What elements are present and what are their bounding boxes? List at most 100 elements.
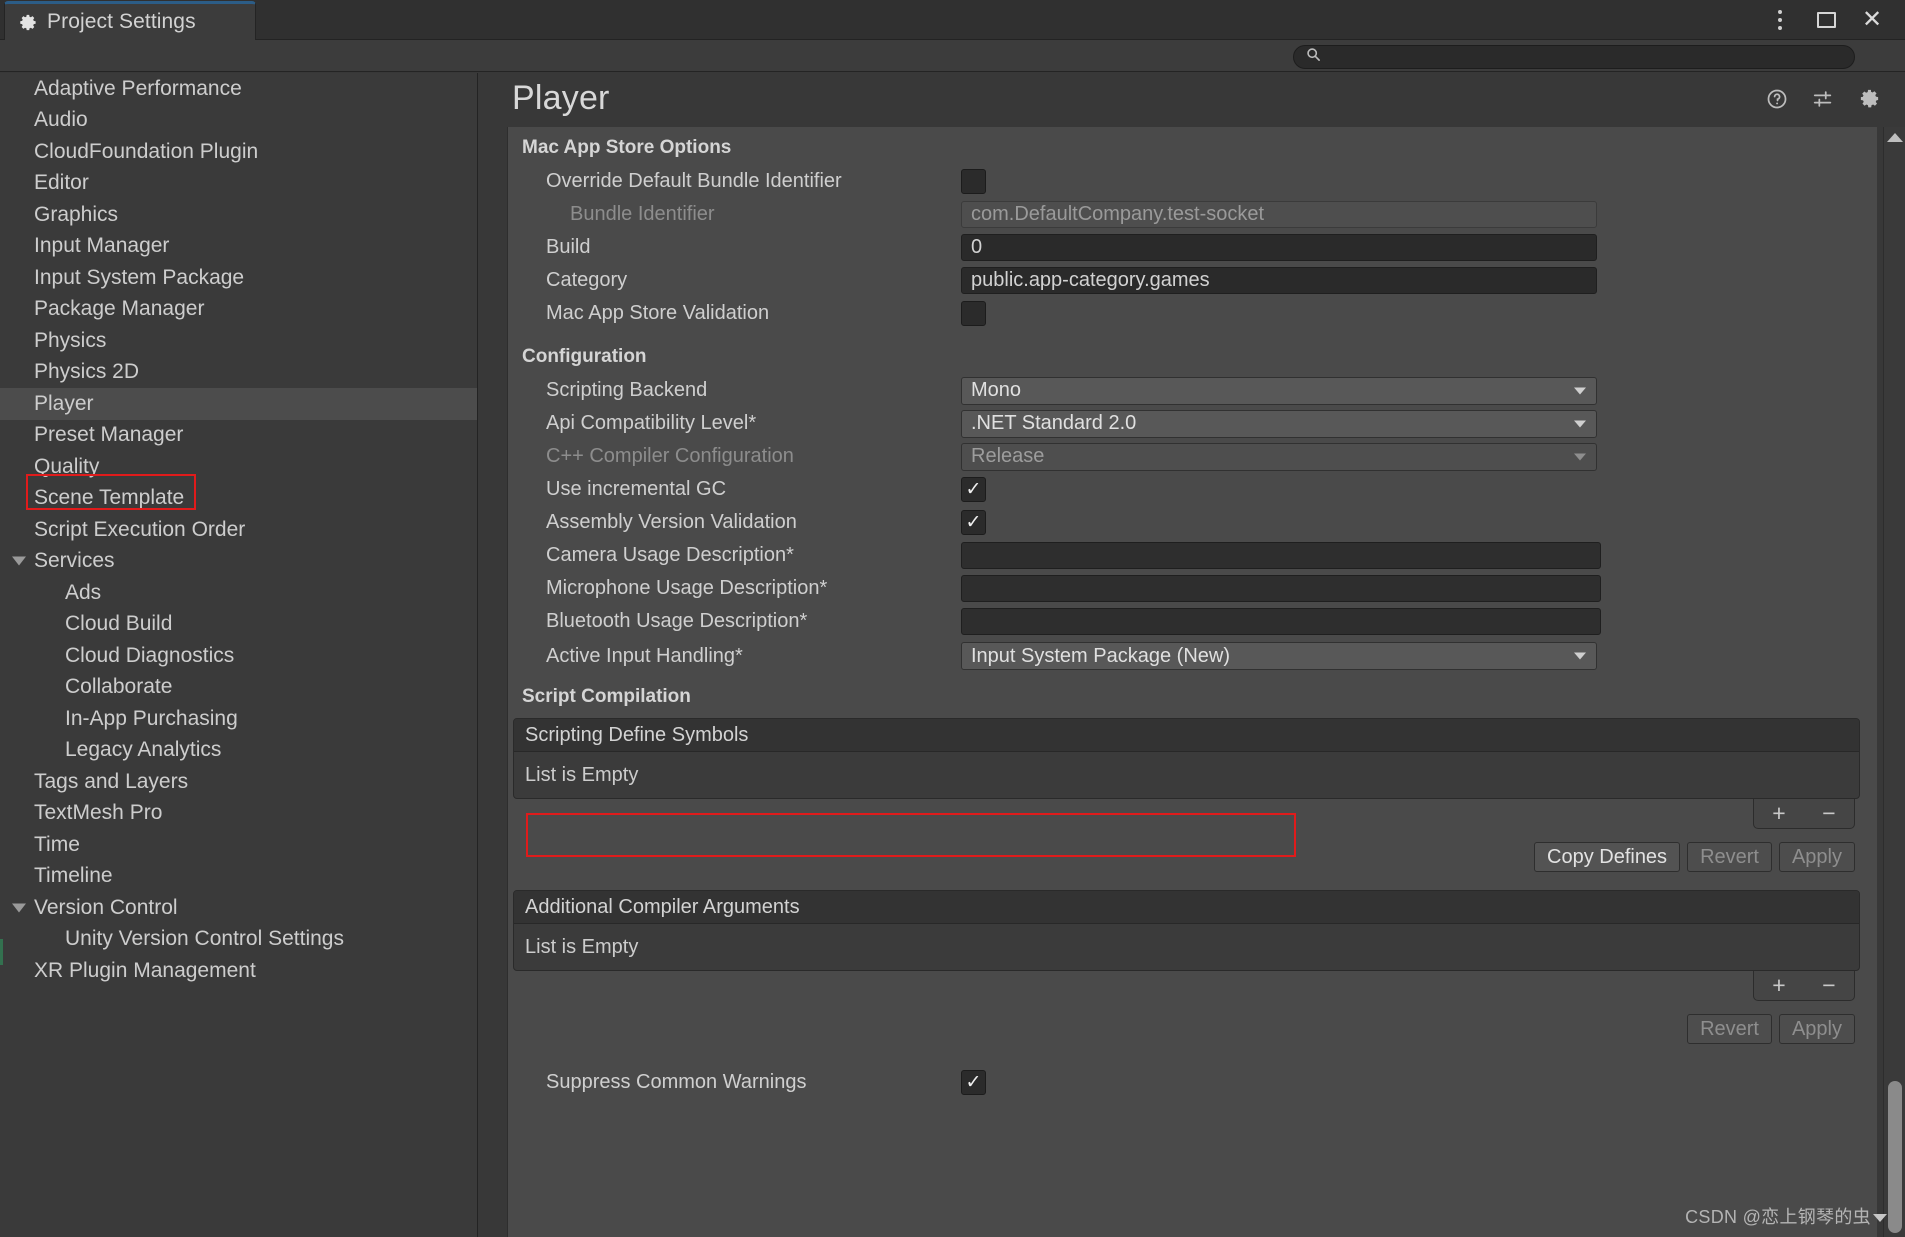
sidebar-item-input-system-package[interactable]: Input System Package [0,262,477,294]
sidebar-item-version-control[interactable]: Version Control [0,892,477,924]
row-label: Build [546,236,591,258]
sidebar-item-audio[interactable]: Audio [0,105,477,137]
row-scripting-backend[interactable]: Scripting Backend Mono [508,374,1877,407]
sidebar-item-cloud-diagnostics[interactable]: Cloud Diagnostics [0,640,477,672]
override-bundle-identifier-checkbox[interactable] [961,169,986,194]
revert-arguments-button[interactable]: Revert [1687,1014,1772,1044]
section-script-compilation-heading: Script Compilation [522,686,691,707]
row-build[interactable]: Build 0 [508,231,1877,264]
sidebar-item-physics[interactable]: Physics [0,325,477,357]
row-bluetooth-usage-description[interactable]: Bluetooth Usage Description* [508,605,1877,638]
remove-define-button[interactable]: − [1822,802,1835,825]
active-input-handling-dropdown[interactable]: Input System Package (New) [961,642,1597,670]
additional-compiler-arguments-list[interactable]: Additional Compiler Arguments List is Em… [513,890,1860,971]
use-incremental-gc-checkbox[interactable]: ✓ [961,477,986,502]
row-api-compatibility-level[interactable]: Api Compatibility Level* .NET Standard 2… [508,407,1877,440]
mac-app-store-validation-checkbox[interactable] [961,301,986,326]
sidebar-item-label: Services [34,549,115,573]
row-assembly-version-validation[interactable]: Assembly Version Validation ✓ [508,506,1877,539]
row-label: Override Default Bundle Identifier [546,170,842,192]
close-icon[interactable]: ✕ [1859,7,1885,33]
sidebar-item-script-execution-order[interactable]: Script Execution Order [0,514,477,546]
camera-usage-field[interactable] [961,542,1601,569]
sidebar-item-label: Ads [65,580,102,604]
help-icon[interactable] [1766,88,1788,115]
bluetooth-usage-field[interactable] [961,608,1601,635]
row-label: Camera Usage Description* [546,544,794,566]
scripting-backend-dropdown[interactable]: Mono [961,376,1597,405]
sidebar-item-in-app-purchasing[interactable]: In-App Purchasing [0,703,477,735]
sidebar-item-input-manager[interactable]: Input Manager [0,231,477,263]
kebab-menu-icon[interactable] [1767,7,1793,33]
scripting-define-symbols-list[interactable]: Scripting Define Symbols List is Empty [513,718,1860,799]
assembly-version-validation-checkbox[interactable]: ✓ [961,510,986,535]
sidebar-item-label: Tags and Layers [34,769,189,793]
sidebar-item-legacy-analytics[interactable]: Legacy Analytics [0,735,477,767]
sidebar-item-time[interactable]: Time [0,829,477,861]
sidebar-item-player[interactable]: Player [0,388,477,420]
remove-argument-button[interactable]: − [1822,974,1835,997]
sidebar-item-cloudfoundation-plugin[interactable]: CloudFoundation Plugin [0,136,477,168]
search-box[interactable] [1293,45,1855,69]
maximize-icon[interactable] [1813,7,1839,33]
revert-defines-button[interactable]: Revert [1687,842,1772,872]
sidebar-item-preset-manager[interactable]: Preset Manager [0,420,477,452]
row-microphone-usage-description[interactable]: Microphone Usage Description* [508,572,1877,605]
preset-sliders-icon[interactable] [1811,88,1835,115]
api-compatibility-dropdown[interactable]: .NET Standard 2.0 [961,409,1597,438]
row-use-incremental-gc[interactable]: Use incremental GC ✓ [508,473,1877,506]
suppress-common-warnings-checkbox[interactable]: ✓ [961,1070,986,1095]
sidebar-item-tags-and-layers[interactable]: Tags and Layers [0,766,477,798]
sidebar-item-services[interactable]: Services [0,546,477,578]
list-empty-text: List is Empty [525,763,639,786]
sidebar-item-scene-template[interactable]: Scene Template [0,483,477,515]
list-empty-text: List is Empty [525,935,639,958]
apply-defines-button[interactable]: Apply [1778,842,1855,872]
row-override-bundle-identifier[interactable]: Override Default Bundle Identifier [508,165,1877,198]
sidebar-item-editor[interactable]: Editor [0,168,477,200]
apply-arguments-button[interactable]: Apply [1778,1014,1855,1044]
row-label: C++ Compiler Configuration [546,445,794,467]
additional-compiler-arguments-tools: + − [508,971,1877,1004]
add-define-button[interactable]: + [1772,802,1785,825]
row-active-input-handling[interactable]: Active Input Handling* Input System Pack… [508,638,1877,674]
sidebar-item-textmesh-pro[interactable]: TextMesh Pro [0,798,477,830]
vertical-scrollbar[interactable] [1883,127,1905,1237]
sidebar-item-collaborate[interactable]: Collaborate [0,672,477,704]
row-bundle-identifier[interactable]: Bundle Identifier com.DefaultCompany.tes… [508,198,1877,231]
category-field[interactable]: public.app-category.games [961,267,1597,294]
scrollbar-thumb[interactable] [1888,1081,1902,1233]
compiler-arguments-button-row: Revert Apply [508,1014,1877,1044]
sidebar-item-xr-plugin-management[interactable]: XR Plugin Management [0,955,477,987]
tab-project-settings[interactable]: Project Settings [4,1,256,40]
row-label: Suppress Common Warnings [546,1071,807,1093]
sidebar-item-graphics[interactable]: Graphics [0,199,477,231]
chevron-down-icon[interactable] [12,556,26,566]
gear-icon[interactable] [1858,87,1881,115]
row-suppress-common-warnings[interactable]: Suppress Common Warnings ✓ [508,1066,1877,1099]
scroll-up-icon[interactable] [1886,133,1903,142]
sidebar-item-adaptive-performance[interactable]: Adaptive Performance [0,73,477,105]
bundle-identifier-field[interactable]: com.DefaultCompany.test-socket [961,201,1597,228]
sidebar-item-quality[interactable]: Quality [0,451,477,483]
add-argument-button[interactable]: + [1772,974,1785,997]
sidebar-item-unity-version-control-settings[interactable]: Unity Version Control Settings [0,924,477,956]
sidebar-item-package-manager[interactable]: Package Manager [0,294,477,326]
sidebar-item-ads[interactable]: Ads [0,577,477,609]
sidebar-edge-marker [0,939,3,965]
row-category[interactable]: Category public.app-category.games [508,264,1877,297]
settings-sidebar[interactable]: Adaptive Performance Audio CloudFoundation… [0,73,478,1237]
sidebar-item-label: TextMesh Pro [34,801,163,825]
sidebar-item-timeline[interactable]: Timeline [0,861,477,893]
sidebar-item-physics-2d[interactable]: Physics 2D [0,357,477,389]
row-camera-usage-description[interactable]: Camera Usage Description* [508,539,1877,572]
list-header: Scripting Define Symbols [514,719,1859,752]
sidebar-item-label: Input Manager [34,234,170,258]
sidebar-item-cloud-build[interactable]: Cloud Build [0,609,477,641]
chevron-down-icon[interactable] [12,903,26,913]
build-field[interactable]: 0 [961,234,1597,261]
copy-defines-button[interactable]: Copy Defines [1534,842,1681,872]
row-mac-app-store-validation[interactable]: Mac App Store Validation [508,297,1877,330]
search-input[interactable] [1328,49,1828,65]
microphone-usage-field[interactable] [961,575,1601,602]
